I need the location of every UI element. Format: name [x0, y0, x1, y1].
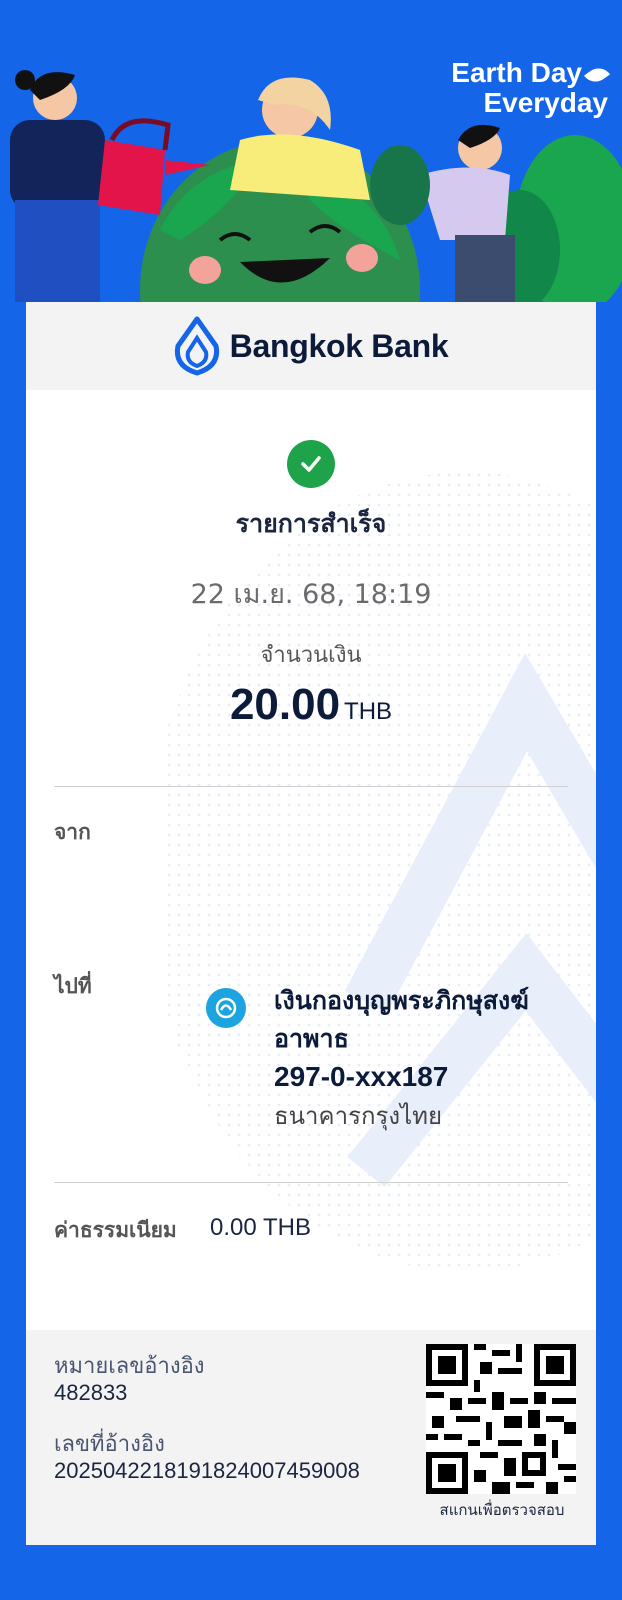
fee-label: ค่าธรรมเนียม [54, 1218, 177, 1242]
amount-label: จำนวนเงิน [260, 643, 362, 668]
bangkok-bank-logo-icon [174, 316, 219, 376]
recipient-bank: ธนาคารกรุงไทย [274, 1102, 443, 1130]
reference-number-value: 20250422181918240074590​08 [54, 1458, 360, 1483]
reference-value: 482833 [54, 1380, 128, 1405]
reference-section: หมายเลขอ้างอิง 482833 เลขที่อ้างอิง 2025… [26, 1330, 596, 1545]
krungthai-bank-icon [206, 988, 246, 1028]
status-text: รายการสำเร็จ [235, 509, 387, 538]
campaign-line2: Everyday [483, 87, 608, 118]
from-label: จาก [54, 820, 91, 844]
success-badge [287, 440, 335, 488]
qr-code[interactable] [426, 1344, 576, 1494]
campaign-line1: Earth Day [451, 57, 582, 88]
campaign-title: Earth Day Everyday [451, 57, 611, 118]
reference-number-label: เลขที่อ้างอิง [54, 1432, 165, 1457]
amount-currency: THB [344, 698, 393, 725]
check-icon [301, 456, 321, 472]
bank-name: Bangkok Bank [229, 327, 449, 364]
status-section: รายการสำเร็จ 22 เม.ย. 68, 18:19 จำนวนเงิ… [26, 440, 596, 730]
receipt-header: Bangkok Bank [26, 302, 596, 390]
reference-label: หมายเลขอ้างอิง [54, 1354, 205, 1379]
fee-value: 0.00 THB [210, 1214, 311, 1241]
leaf-icon [583, 62, 611, 87]
transaction-datetime: 22 เม.ย. 68, 18:19 [190, 579, 432, 610]
recipient-name: เงินกองบุญพระภิกษุสงฆ์อาพาธ [274, 986, 529, 1053]
earth-day-banner: Earth Day Everyday [0, 0, 622, 302]
transfer-receipt: Bangkok Bank รายการสำเร็จ 22 เม.ย. 68, 1… [26, 302, 596, 1545]
divider [54, 786, 568, 787]
recipient-account: 297-0-xxx187 [274, 1061, 449, 1092]
divider [54, 1182, 568, 1183]
amount-row: 20.00 THB [26, 680, 596, 730]
to-label: ไปที่ [54, 974, 92, 998]
recipient: เงินกองบุญพระภิกษุสงฆ์อาพาธ 297-0-xxx187… [206, 982, 564, 1136]
qr-caption: สแกนเพื่อตรวจสอบ [439, 1501, 565, 1519]
amount-value: 20.00 [229, 680, 341, 729]
earth-day-illustration [0, 0, 622, 302]
